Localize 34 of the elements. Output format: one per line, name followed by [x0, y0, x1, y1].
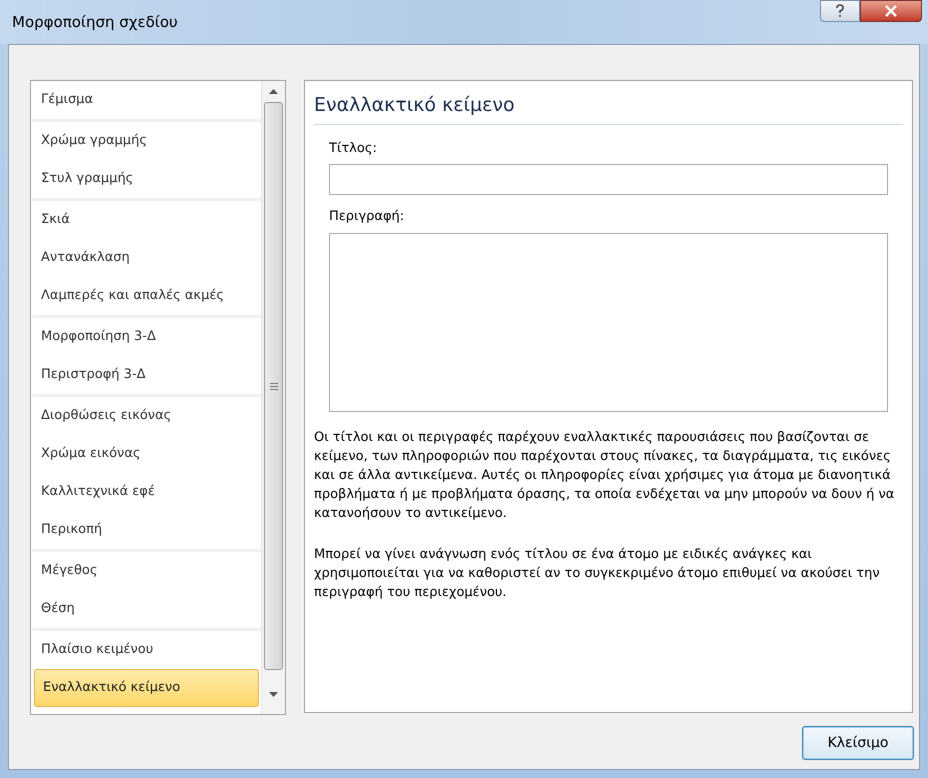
category-item[interactable]: Χρώμα εικόνας: [32, 435, 261, 473]
category-item[interactable]: Γέμισμα: [32, 81, 261, 119]
category-item[interactable]: Καλλιτεχνικά εφέ: [32, 473, 261, 511]
category-item[interactable]: Πλαίσιο κειμένου: [32, 631, 261, 669]
close-button[interactable]: [860, 0, 922, 22]
window-title: Μορφοποίηση σχεδίου: [12, 12, 178, 33]
description-text: Οι τίτλοι και οι περιγραφές παρέχουν εναλλακτικές παρουσιάσεις που βασίζονται σε κείμενο, των πληροφοριών που παρέχονται στους πίνακες, τα διαγράμματα, τις εικόνες και σε άλλα αντικείμενα. Αυτές οι πληροφορίες είναι χρήσιμες για άτομα με διανοητικά προβλήματα ή με προβλήματα όρασης, τα οποία ενδέχεται να μην μπορούν να δουν ή να κατανοήσουν το αντικείμενο.: [314, 428, 896, 522]
scroll-down-icon[interactable]: [269, 692, 278, 697]
category-item[interactable]: Μέγεθος: [32, 552, 261, 590]
category-item[interactable]: Μορφοποίηση 3-Δ: [32, 318, 261, 356]
category-item[interactable]: Περικοπή: [32, 511, 261, 549]
title-input-field[interactable]: [329, 164, 888, 195]
panel-heading: Εναλλακτικό κείμενο: [314, 91, 903, 124]
help-button[interactable]: [820, 0, 860, 22]
field-label: Τίτλος:: [329, 140, 378, 158]
category-item[interactable]: Αντανάκλαση: [32, 239, 261, 277]
category-item[interactable]: Διορθώσεις εικόνας: [32, 397, 261, 435]
category-item[interactable]: Εναλλακτικό κείμενο: [34, 669, 259, 707]
grip-icon: [270, 382, 278, 390]
category-item[interactable]: Λαμπερές και απαλές ακμές: [32, 277, 261, 315]
category-item[interactable]: Περιστροφή 3-Δ: [32, 356, 261, 394]
category-item[interactable]: Θέση: [32, 590, 261, 628]
description-input-field[interactable]: [329, 232, 888, 412]
category-item[interactable]: Χρώμα γραμμής: [32, 122, 261, 160]
category-item[interactable]: Στυλ γραμμής: [32, 160, 261, 198]
scroll-thumb[interactable]: [264, 102, 283, 670]
category-item[interactable]: Σκιά: [32, 201, 261, 239]
field-label: Περιγραφή:: [329, 208, 406, 226]
close-icon: [884, 5, 898, 17]
close-dialog-button[interactable]: Κλείσιμο: [802, 726, 914, 760]
scrollbar[interactable]: [261, 81, 285, 714]
help-icon: [835, 4, 845, 18]
scroll-up-icon[interactable]: [269, 89, 278, 94]
description-text: Μπορεί να γίνει ανάγνωση ενός τίτλου σε ένα άτομο με ειδικές ανάγκες και χρησιμοποιείται για να καθοριστεί αν το συγκεκριμένο άτομο επιθυμεί να ακούσει την περιγραφή του περιεχομένου.: [314, 546, 881, 602]
